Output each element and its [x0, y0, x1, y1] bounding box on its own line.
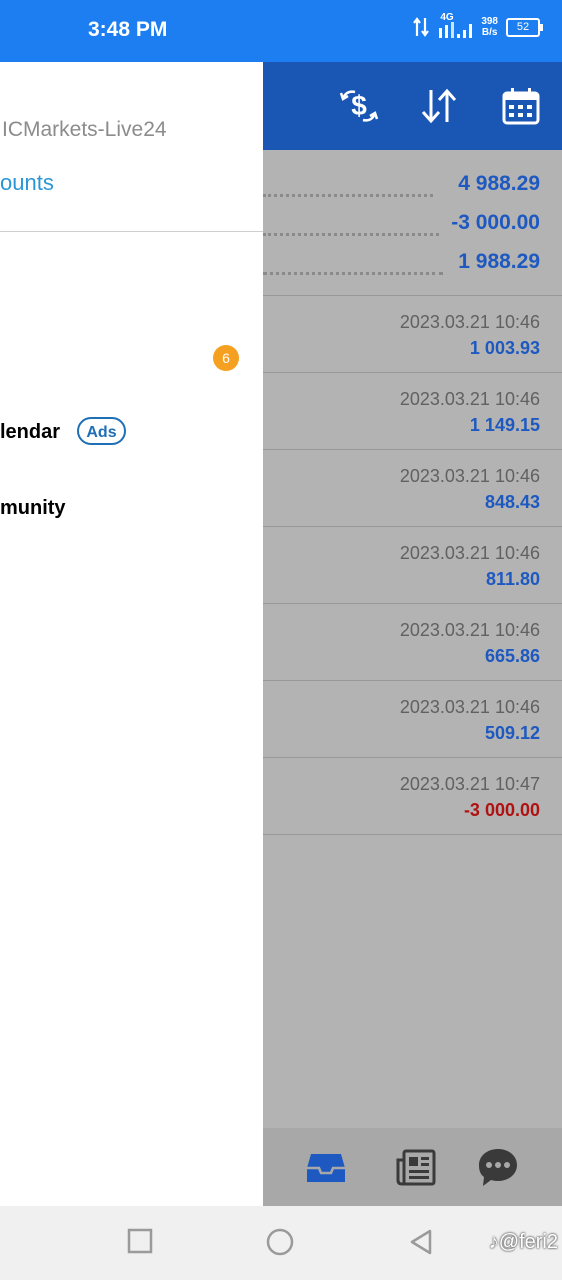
dotted-leader: [263, 223, 439, 236]
back-icon[interactable]: [408, 1228, 434, 1256]
deal-amount: 1 149.15: [469, 415, 540, 435]
recent-apps-icon[interactable]: [127, 1228, 153, 1254]
deal-row[interactable]: 2023.03.21 10:47 -3 000.00: [263, 758, 562, 835]
summary-row-deposit: 4 988.29: [263, 172, 562, 211]
menu-item-community[interactable]: munity: [0, 497, 66, 520]
deposit-withdraw-icon[interactable]: $: [337, 84, 381, 128]
deal-time: 2023.03.21 10:46: [399, 389, 540, 409]
svg-text:$: $: [351, 90, 367, 121]
summary-row-withdrawal: -3 000.00: [263, 211, 562, 250]
deal-amount: 665.86: [484, 646, 540, 666]
dotted-leader: [263, 184, 433, 197]
net-speed-value: 398: [481, 16, 498, 27]
deal-time: 2023.03.21 10:46: [399, 312, 540, 332]
signal-icon: [439, 22, 473, 38]
calendar-icon[interactable]: [499, 84, 543, 128]
dotted-leader: [263, 262, 443, 275]
news-icon[interactable]: [395, 1146, 437, 1188]
summary-value: 1 988.29: [458, 250, 540, 273]
bottom-nav: [263, 1128, 562, 1206]
net-speed-unit: B/s: [481, 27, 498, 38]
menu-item-economic-calendar[interactable]: lendar: [0, 421, 60, 444]
deal-amount: 811.80: [485, 569, 540, 589]
deal-amount: 509.12: [484, 723, 540, 743]
network-type: 4G: [437, 12, 473, 40]
system-nav-bar: ♪@feri2: [0, 1206, 562, 1280]
ads-badge: Ads: [77, 417, 126, 445]
navigation-drawer: ICMarkets-Live24 ounts 6 lendar Ads muni…: [0, 62, 263, 1206]
deal-time: 2023.03.21 10:46: [399, 466, 540, 486]
battery-icon: 52: [506, 17, 543, 37]
battery-level: 52: [516, 20, 530, 33]
account-server: ICMarkets-Live24: [2, 118, 167, 141]
inbox-icon[interactable]: [305, 1146, 347, 1188]
home-icon[interactable]: [266, 1228, 294, 1256]
deal-row[interactable]: 2023.03.21 10:46 848.43: [263, 450, 562, 527]
divider: [0, 231, 263, 232]
manage-accounts-link[interactable]: ounts: [0, 170, 54, 196]
sort-icon[interactable]: [417, 84, 461, 128]
deal-amount: 848.43: [484, 492, 540, 512]
deal-row[interactable]: 2023.03.21 10:46 811.80: [263, 527, 562, 604]
deal-row[interactable]: 2023.03.21 10:46 1 003.93: [263, 296, 562, 373]
deal-time: 2023.03.21 10:46: [399, 697, 540, 717]
app-toolbar: $: [263, 62, 562, 150]
deal-row[interactable]: 2023.03.21 10:46 509.12: [263, 681, 562, 758]
deal-row[interactable]: 2023.03.21 10:46 1 149.15: [263, 373, 562, 450]
notification-badge: 6: [213, 345, 239, 371]
data-transfer-icon: [413, 17, 430, 37]
watermark: ♪@feri2: [488, 1231, 558, 1253]
status-indicators: 4G 398 B/s 52: [413, 12, 543, 40]
chat-icon[interactable]: [477, 1146, 519, 1188]
deal-time: 2023.03.21 10:47: [399, 774, 540, 794]
net-speed: 398 B/s: [481, 16, 498, 38]
summary-value: -3 000.00: [451, 211, 540, 234]
deal-row[interactable]: 2023.03.21 10:46 665.86: [263, 604, 562, 681]
deal-amount: 1 003.93: [469, 338, 540, 358]
summary-row-balance: 1 988.29: [263, 250, 562, 289]
history-content: 4 988.29 -3 000.00 1 988.29 2023.03.21 1…: [263, 150, 562, 1128]
deal-amount: -3 000.00: [463, 800, 540, 820]
summary-value: 4 988.29: [458, 172, 540, 195]
deal-time: 2023.03.21 10:46: [399, 543, 540, 563]
status-bar: 3:48 PM 4G 398 B/s 52: [0, 0, 562, 62]
deal-time: 2023.03.21 10:46: [399, 620, 540, 640]
status-time: 3:48 PM: [88, 18, 168, 41]
